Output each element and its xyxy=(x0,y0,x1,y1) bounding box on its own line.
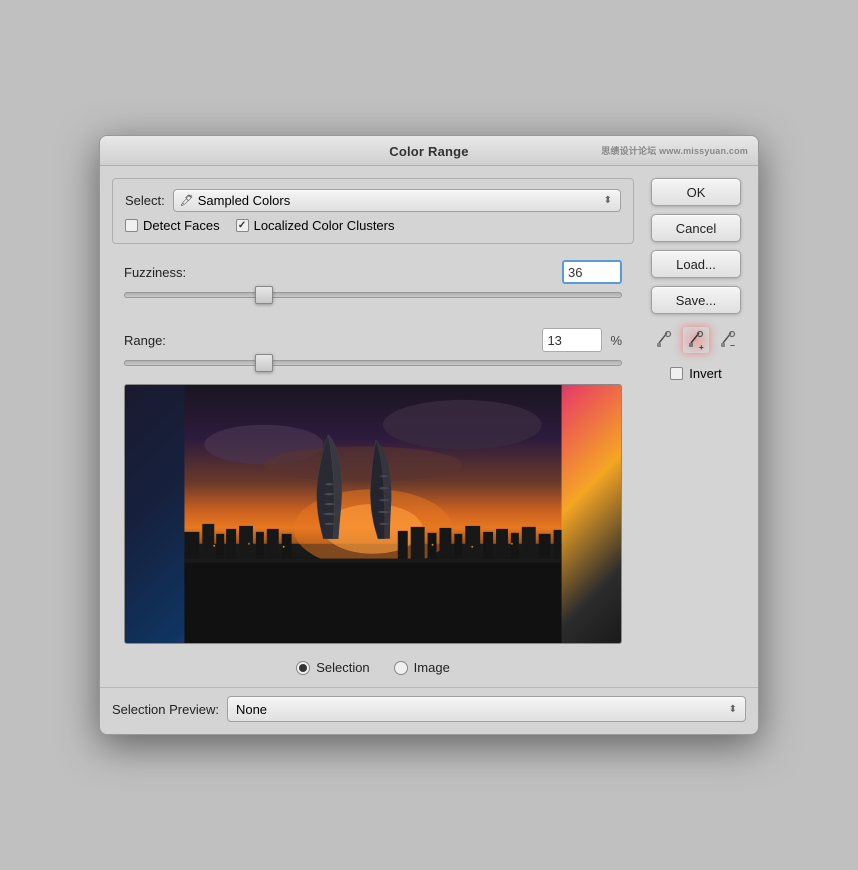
image-radio[interactable] xyxy=(394,661,408,675)
preview-image[interactable] xyxy=(124,384,622,644)
select-dropdown-inner: 🖊 Sampled Colors xyxy=(180,193,290,208)
range-label: Range: xyxy=(124,333,166,348)
image-radio-label: Image xyxy=(414,660,450,675)
right-panel: OK Cancel Load... Save... xyxy=(646,178,746,675)
detect-faces-item[interactable]: Detect Faces xyxy=(125,218,220,233)
selection-preview-chevron-icon: ⬍ xyxy=(729,704,737,715)
range-row: Range: % xyxy=(124,328,622,352)
preview-svg xyxy=(125,385,621,643)
selection-preview-value: None xyxy=(236,702,267,717)
select-section: Select: 🖊 Sampled Colors ⬍ Detect Faces xyxy=(112,178,634,244)
save-button[interactable]: Save... xyxy=(651,286,741,314)
checkboxes-row: Detect Faces Localized Color Clusters xyxy=(125,218,621,233)
color-range-dialog: Color Range 思绩设计论坛 www.missyuan.com Sele… xyxy=(99,135,759,735)
fuzziness-slider-track[interactable] xyxy=(124,292,622,298)
eyedropper-add-button[interactable]: + xyxy=(682,326,710,354)
eyedropper-tools: + – xyxy=(650,326,742,354)
fuzziness-section: Fuzziness: xyxy=(112,252,634,308)
selection-preview-dropdown[interactable]: None ⬍ xyxy=(227,696,746,722)
range-percent: % xyxy=(610,333,622,348)
range-input[interactable] xyxy=(542,328,602,352)
selection-radio[interactable] xyxy=(296,661,310,675)
eyedropper-normal-button[interactable] xyxy=(650,326,678,354)
dialog-body: Select: 🖊 Sampled Colors ⬍ Detect Faces xyxy=(100,166,758,687)
select-dropdown[interactable]: 🖊 Sampled Colors ⬍ xyxy=(173,189,621,212)
bottom-row: Selection Preview: None ⬍ xyxy=(100,687,758,734)
dialog-title: Color Range xyxy=(389,144,468,159)
detect-faces-label: Detect Faces xyxy=(143,218,220,233)
range-slider-track[interactable] xyxy=(124,360,622,366)
range-slider-thumb[interactable] xyxy=(255,354,273,372)
invert-label: Invert xyxy=(689,366,722,381)
localized-color-clusters-label: Localized Color Clusters xyxy=(254,218,395,233)
fuzziness-input[interactable] xyxy=(562,260,622,284)
invert-checkbox[interactable] xyxy=(670,367,683,380)
fuzziness-slider-thumb[interactable] xyxy=(255,286,273,304)
ok-button[interactable]: OK xyxy=(651,178,741,206)
select-value: Sampled Colors xyxy=(198,193,291,208)
eyedropper-small-icon: 🖊 xyxy=(180,194,194,207)
eyedropper-icon xyxy=(655,331,673,349)
selection-radio-label: Selection xyxy=(316,660,369,675)
select-chevron-icon: ⬍ xyxy=(604,195,612,206)
image-radio-item[interactable]: Image xyxy=(394,660,450,675)
cancel-button[interactable]: Cancel xyxy=(651,214,741,242)
selection-radio-item[interactable]: Selection xyxy=(296,660,369,675)
svg-text:+: + xyxy=(699,343,704,350)
watermark: 思绩设计论坛 www.missyuan.com xyxy=(601,144,748,157)
fuzziness-row: Fuzziness: xyxy=(124,260,622,284)
eyedropper-subtract-button[interactable]: – xyxy=(714,326,742,354)
localized-color-clusters-item[interactable]: Localized Color Clusters xyxy=(236,218,395,233)
title-bar: Color Range 思绩设计论坛 www.missyuan.com xyxy=(100,136,758,166)
fuzziness-label: Fuzziness: xyxy=(124,265,186,280)
eyedropper-subtract-icon: – xyxy=(719,331,737,349)
detect-faces-checkbox[interactable] xyxy=(125,219,138,232)
localized-color-clusters-checkbox[interactable] xyxy=(236,219,249,232)
selection-preview-label: Selection Preview: xyxy=(112,702,219,717)
range-section: Range: % xyxy=(112,320,634,376)
eyedropper-add-icon: + xyxy=(686,330,706,350)
left-panel: Select: 🖊 Sampled Colors ⬍ Detect Faces xyxy=(112,178,634,675)
load-button[interactable]: Load... xyxy=(651,250,741,278)
radio-row: Selection Image xyxy=(112,660,634,675)
invert-row[interactable]: Invert xyxy=(670,366,722,381)
select-label: Select: xyxy=(125,193,165,208)
preview-container xyxy=(112,384,634,644)
select-row: Select: 🖊 Sampled Colors ⬍ xyxy=(125,189,621,212)
svg-text:–: – xyxy=(730,340,735,349)
